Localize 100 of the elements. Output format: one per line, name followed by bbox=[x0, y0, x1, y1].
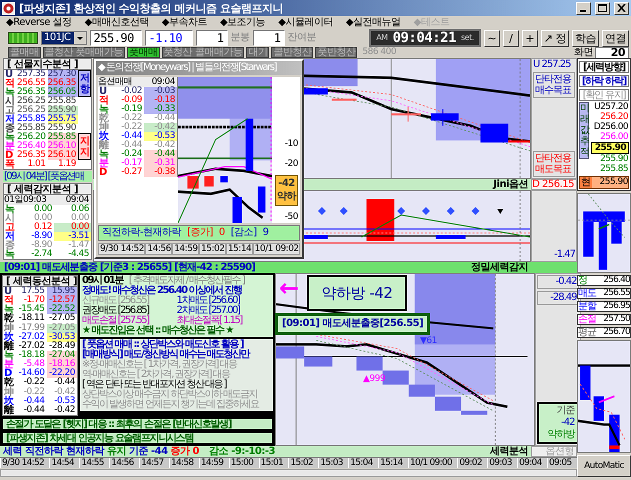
moving-average-line bbox=[580, 384, 626, 440]
rule-text: [ 풋옵션 매매 :: 상단박스와 매도신호 활용 ] bbox=[82, 340, 244, 350]
status-text: 현재하락 bbox=[66, 446, 104, 457]
summary-text: [증가] bbox=[187, 226, 213, 240]
rule-text: 역-매매신호는 [ 2차가격, 권장가격] 대응 bbox=[82, 370, 232, 380]
table-cell: 257.30 bbox=[48, 70, 78, 79]
row-label: 離 bbox=[4, 342, 15, 351]
table-cell-text: 256.25 bbox=[17, 106, 46, 115]
signal-time: 09시 01분 bbox=[82, 276, 123, 286]
status-note: [09시 04분] [풋옵션매 bbox=[3, 171, 92, 182]
menu-item[interactable]: ◆매매신호선택 bbox=[84, 18, 149, 28]
minimize-icon bbox=[580, 10, 586, 12]
table-cell-text: -0.42 bbox=[153, 141, 176, 150]
signal-tag: 풋반청산 bbox=[315, 47, 358, 58]
toolbar-button[interactable]: 학습 bbox=[572, 30, 599, 46]
diamond-marker bbox=[472, 207, 480, 215]
column-header: 09:04 bbox=[54, 195, 91, 205]
code-dropdown[interactable]: 101JC bbox=[41, 31, 87, 45]
menu-item[interactable]: ◆Reverse 설정 bbox=[6, 18, 72, 28]
column-header: 옵션매매 bbox=[98, 77, 144, 87]
table-cell-text: -0.17 bbox=[120, 159, 143, 168]
level-value: 256.95 bbox=[603, 302, 630, 312]
table-cell-text: -8.90 bbox=[30, 241, 53, 250]
axis-label: 14:56 bbox=[145, 243, 172, 255]
automatic-button[interactable]: AutoMatic bbox=[577, 455, 631, 477]
toolbar-button[interactable]: ↗ 정 bbox=[540, 30, 569, 46]
table-cell-text: -0.09 bbox=[120, 96, 143, 105]
diamond-marker bbox=[397, 207, 406, 215]
level-value: 256.55 bbox=[603, 289, 630, 298]
toolbar-button[interactable]: + bbox=[522, 30, 538, 46]
row-label: 녹 bbox=[4, 88, 16, 97]
footer-banner: 손절가 도달은 [헷지] 대응 :: 최후의 손절은 [반대신호발생] bbox=[2, 418, 273, 430]
panel-title: [ 세력감지분석 ] bbox=[4, 184, 91, 195]
level-value: 257.50 bbox=[603, 315, 630, 324]
table-cell-text: -1.70 bbox=[24, 296, 46, 306]
panel-title: [ 세력동선분석 ] bbox=[3, 276, 77, 287]
table-cell-text: 257.35 bbox=[17, 70, 46, 79]
table-cell-text: -28.49 bbox=[48, 342, 76, 351]
track-label: 미래값추적 bbox=[579, 102, 589, 159]
summary-text: [감소] bbox=[230, 226, 257, 240]
chart-strip-label: 세력분석 bbox=[490, 446, 529, 457]
table-cell: -0.03 bbox=[144, 87, 177, 96]
rule-text: ※정-매매신호는 [ 1차가격, 권장가격] 대응 bbox=[82, 360, 238, 370]
table-cell-text: -0.22 bbox=[22, 378, 46, 388]
row-label: 적 bbox=[4, 79, 16, 88]
axis-label: 15:14 bbox=[378, 458, 408, 468]
axis-label: 15:00 bbox=[228, 458, 259, 468]
row-label: 시 bbox=[4, 214, 16, 223]
basis-label: 기준 bbox=[556, 406, 574, 416]
table-cell-text: 256.55 bbox=[17, 79, 46, 88]
remaining-field[interactable]: 1 bbox=[252, 30, 285, 46]
table-cell: 256.35 bbox=[48, 79, 78, 88]
minimize-button[interactable] bbox=[576, 2, 591, 14]
status-lamp-icon bbox=[8, 32, 38, 44]
table-cell-text: -14.60 bbox=[17, 369, 46, 378]
menu-item[interactable]: ◆실전매뉴얼 bbox=[346, 18, 401, 28]
row-label: 乾 bbox=[4, 314, 15, 324]
diamond-marker bbox=[446, 207, 455, 215]
table-cell: -0.33 bbox=[144, 105, 177, 114]
row-label: 녹 bbox=[4, 133, 16, 142]
table-cell: -18.16 bbox=[46, 360, 77, 370]
maximize-button[interactable] bbox=[595, 2, 610, 14]
table-cell-text: -17.99 bbox=[17, 324, 46, 333]
table-cell: 255.90 bbox=[48, 106, 78, 115]
close-button[interactable] bbox=[614, 2, 629, 14]
menu-item[interactable]: ◆부속차트 bbox=[162, 18, 207, 28]
toolbar-button[interactable]: 연결 bbox=[602, 30, 629, 46]
table-cell-text: -0.44 bbox=[120, 132, 143, 141]
row-label: 離 bbox=[99, 141, 110, 150]
level-label: 분할 bbox=[578, 302, 596, 312]
table-cell-text: -27.02 bbox=[17, 332, 46, 342]
row-label: 녹 bbox=[98, 150, 108, 159]
status-text: 유지 bbox=[107, 446, 126, 457]
table-cell: -0.31 bbox=[144, 159, 177, 168]
axis-label: 09:04 bbox=[517, 458, 548, 468]
toolbar-button[interactable]: / bbox=[502, 30, 519, 46]
table-cell: -0.42 bbox=[144, 123, 177, 132]
close-icon bbox=[617, 4, 626, 12]
table-cell-text: 256.40 bbox=[17, 142, 46, 151]
screen-field[interactable]: 20 bbox=[595, 46, 629, 58]
horizontal-scrollbar[interactable] bbox=[0, 469, 577, 477]
table-cell-text: 1.01 bbox=[26, 160, 46, 169]
signal-tag: 콜청산 풋매매가능 bbox=[42, 47, 126, 58]
basis-value: -42 bbox=[561, 418, 574, 428]
menu-item[interactable]: ◆시뮬레이터 bbox=[278, 18, 333, 28]
interval-field[interactable]: 1 bbox=[196, 30, 228, 46]
row-label: 坎 bbox=[3, 396, 15, 406]
menu-item[interactable]: ◆보조기능 bbox=[220, 18, 266, 28]
callout-box: 약하방 -42 bbox=[307, 275, 407, 311]
axis-label: 14:59 bbox=[172, 243, 200, 255]
table-cell-text: -27.05 bbox=[48, 314, 76, 324]
toolbar-button[interactable]: ~ bbox=[484, 30, 500, 46]
signal-motto: ★ 매도진입은 선택 :: 매수청산은 필수 ★ bbox=[82, 326, 234, 336]
interval-unit-label: 분봉 bbox=[230, 33, 250, 43]
row-label: 고 bbox=[4, 106, 16, 115]
axis-label: 14:54 bbox=[49, 458, 80, 468]
table-cell-text: 0.06 bbox=[70, 205, 90, 214]
row-label: U bbox=[98, 87, 107, 96]
table-cell-text: -5.48 bbox=[24, 360, 46, 370]
row-label: 녹 bbox=[3, 305, 14, 314]
